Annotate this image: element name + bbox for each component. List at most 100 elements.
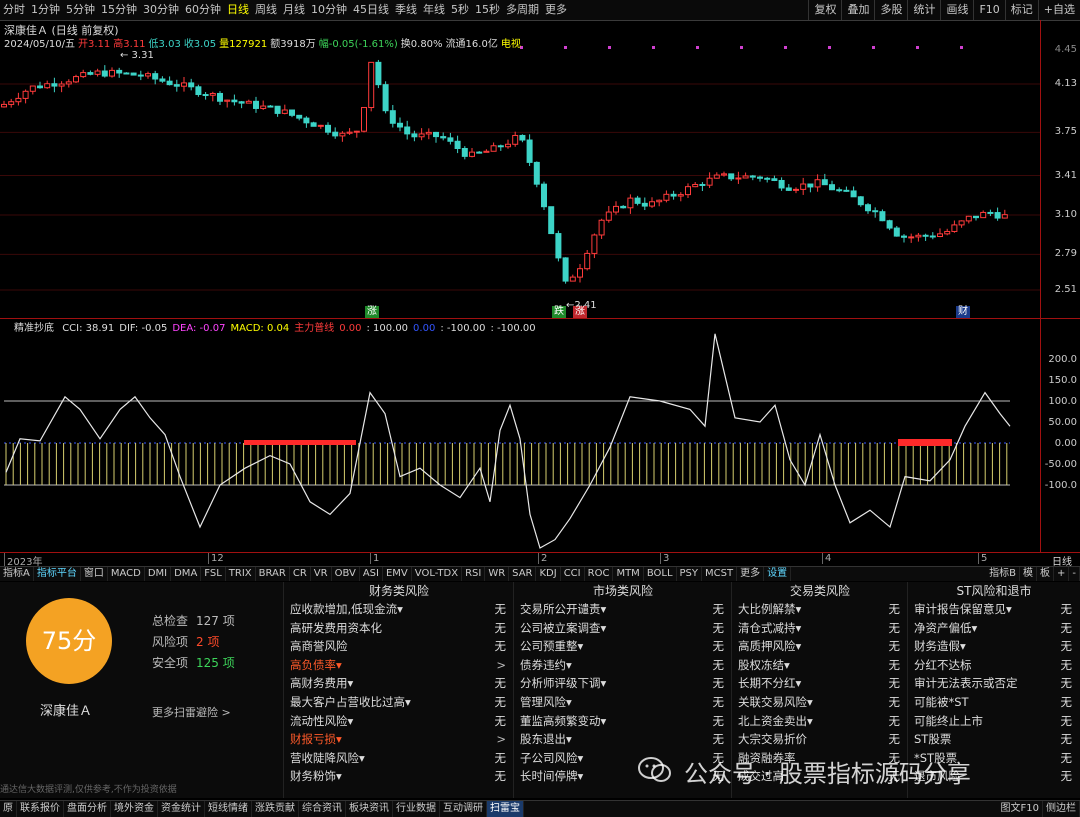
indicator-name[interactable]: 精准抄底 [14, 323, 54, 334]
bottom-tab[interactable]: 扫雷宝 [487, 801, 524, 817]
risk-item[interactable]: 股东退出▾ 无 [514, 730, 732, 749]
period-tab[interactable]: 5分钟 [63, 0, 98, 20]
toolbar-button[interactable]: +自选 [1037, 0, 1080, 20]
risk-item[interactable]: 净资产偏低▾ 无 [908, 619, 1080, 638]
risk-item[interactable]: 高财务费用▾ 无 [284, 674, 514, 693]
risk-item[interactable]: 北上资金卖出▾ 无 [732, 712, 908, 731]
indicator-tab[interactable]: KDJ [536, 567, 561, 581]
period-tab[interactable]: 30分钟 [140, 0, 182, 20]
bottom-tab[interactable]: 综合资讯 [299, 801, 346, 817]
bottom-tab[interactable]: 互动调研 [440, 801, 487, 817]
period-tab[interactable]: 1分钟 [28, 0, 63, 20]
risk-item[interactable]: 高研发费用资本化 无 [284, 619, 514, 638]
bottom-tab[interactable]: 行业数据 [393, 801, 440, 817]
indicator-tab[interactable]: 窗口 [81, 567, 108, 581]
risk-item[interactable]: 公司被立案调查▾ 无 [514, 619, 732, 638]
risk-item[interactable]: 股权冻结▾ 无 [732, 656, 908, 675]
bottom-tab-prefix[interactable]: 原 [0, 801, 17, 817]
risk-item[interactable]: 应收款增加,低现金流▾ 无 [284, 600, 514, 619]
indicator-tab[interactable]: DMI [145, 567, 172, 581]
period-tab[interactable]: 日线 [224, 0, 252, 20]
indicator-tab[interactable]: 指标A [0, 567, 34, 581]
risk-item[interactable]: 财务造假▾ 无 [908, 637, 1080, 656]
risk-item[interactable]: 董监高频繁变动▾ 无 [514, 712, 732, 731]
indicator-tab[interactable]: PSY [677, 567, 703, 581]
period-tab[interactable]: 45日线 [350, 0, 392, 20]
risk-item[interactable]: 审计报告保留意见▾ 无 [908, 600, 1080, 619]
toolbar-button[interactable]: 画线 [940, 0, 973, 20]
risk-item[interactable]: 审计无法表示或否定 无 [908, 674, 1080, 693]
period-tab[interactable]: 15秒 [472, 0, 503, 20]
indicator-tab[interactable]: DMA [171, 567, 202, 581]
risk-item[interactable]: 可能终止上市 无 [908, 712, 1080, 731]
risk-item[interactable]: 管理风险▾ 无 [514, 693, 732, 712]
period-tab[interactable]: 多周期 [503, 0, 542, 20]
period-tab[interactable]: 更多 [542, 0, 570, 20]
bottom-right-tab[interactable]: 侧边栏 [1043, 801, 1080, 817]
indicator-tab[interactable]: TRIX [226, 567, 256, 581]
risk-item[interactable]: 高商誉风险 无 [284, 637, 514, 656]
toolbar-button[interactable]: 多股 [874, 0, 907, 20]
indicator-tab[interactable]: OBV [332, 567, 360, 581]
bottom-tab[interactable]: 境外资金 [111, 801, 158, 817]
risk-item[interactable]: 可能被*ST 无 [908, 693, 1080, 712]
indicator-tab[interactable]: EMV [383, 567, 412, 581]
risk-item[interactable]: 交易所公开谴责▾ 无 [514, 600, 732, 619]
indicator-tab[interactable]: WR [485, 567, 510, 581]
indicator-tab[interactable]: SAR [509, 567, 537, 581]
event-marker[interactable]: 财 [956, 306, 970, 318]
indicator-tab-right[interactable]: 板 [1037, 567, 1054, 581]
risk-item[interactable]: 大比例解禁▾ 无 [732, 600, 908, 619]
period-tab[interactable]: 分时 [0, 0, 28, 20]
risk-item[interactable]: 分红不达标 无 [908, 656, 1080, 675]
risk-item[interactable]: 长期不分红▾ 无 [732, 674, 908, 693]
toolbar-button[interactable]: 统计 [907, 0, 940, 20]
period-tab[interactable]: 60分钟 [182, 0, 224, 20]
bottom-tab[interactable]: 板块资讯 [346, 801, 393, 817]
indicator-tab-right[interactable]: 模 [1020, 567, 1037, 581]
risk-item[interactable]: 最大客户占营收比过高▾ 无 [284, 693, 514, 712]
indicator-tab[interactable]: FSL [201, 567, 226, 581]
bottom-right-tab[interactable]: 图文F10 [998, 801, 1043, 817]
indicator-tab[interactable]: 设置 [764, 567, 792, 581]
risk-item[interactable]: 营收陡降风险▾ 无 [284, 749, 514, 768]
period-tab[interactable]: 5秒 [448, 0, 472, 20]
bottom-tab[interactable]: 涨跌贡献 [252, 801, 299, 817]
indicator-tab[interactable]: RSI [462, 567, 486, 581]
indicator-tab[interactable]: ASI [360, 567, 383, 581]
toolbar-button[interactable]: 叠加 [841, 0, 874, 20]
risk-item[interactable]: 债券违约▾ 无 [514, 656, 732, 675]
indicator-tab[interactable]: BOLL [644, 567, 677, 581]
risk-item[interactable]: ST股票 无 [908, 730, 1080, 749]
bottom-tab[interactable]: 短线情绪 [205, 801, 252, 817]
bottom-tab[interactable]: 联系报价 [17, 801, 64, 817]
risk-item[interactable]: 高质押风险▾ 无 [732, 637, 908, 656]
indicator-tab[interactable]: 指标平台 [34, 567, 81, 581]
more-scan-link[interactable]: 更多扫雷避险 > [152, 704, 231, 720]
period-tab[interactable]: 月线 [280, 0, 308, 20]
bottom-tab[interactable]: 盘面分析 [64, 801, 111, 817]
bottom-tab[interactable]: 资金统计 [158, 801, 205, 817]
event-marker[interactable]: 跌 [552, 306, 566, 318]
indicator-tab[interactable]: VR [311, 567, 332, 581]
risk-item[interactable]: 大宗交易折价 无 [732, 730, 908, 749]
period-tab[interactable]: 周线 [252, 0, 280, 20]
indicator-tab[interactable]: MACD [108, 567, 145, 581]
period-tab[interactable]: 季线 [392, 0, 420, 20]
risk-item[interactable]: 流动性风险▾ 无 [284, 712, 514, 731]
indicator-chart[interactable] [0, 318, 1040, 552]
risk-item[interactable]: 分析师评级下调▾ 无 [514, 674, 732, 693]
risk-item[interactable]: 财务粉饰▾ 无 [284, 767, 514, 786]
indicator-tab[interactable]: MCST [702, 567, 738, 581]
period-tab[interactable]: 年线 [420, 0, 448, 20]
risk-item[interactable]: 关联交易风险▾ 无 [732, 693, 908, 712]
period-tab[interactable]: 10分钟 [308, 0, 350, 20]
indicator-tab-right[interactable]: 指标B [986, 567, 1020, 581]
indicator-tab[interactable]: MTM [613, 567, 644, 581]
indicator-tab[interactable]: CR [290, 567, 311, 581]
risk-item[interactable]: 高负债率▾ > [284, 656, 514, 675]
event-marker[interactable]: 涨 [573, 306, 587, 318]
candlestick-chart[interactable]: ← 3.31←2.41 [0, 20, 1040, 318]
period-tab[interactable]: 15分钟 [98, 0, 140, 20]
indicator-tab[interactable]: BRAR [256, 567, 290, 581]
